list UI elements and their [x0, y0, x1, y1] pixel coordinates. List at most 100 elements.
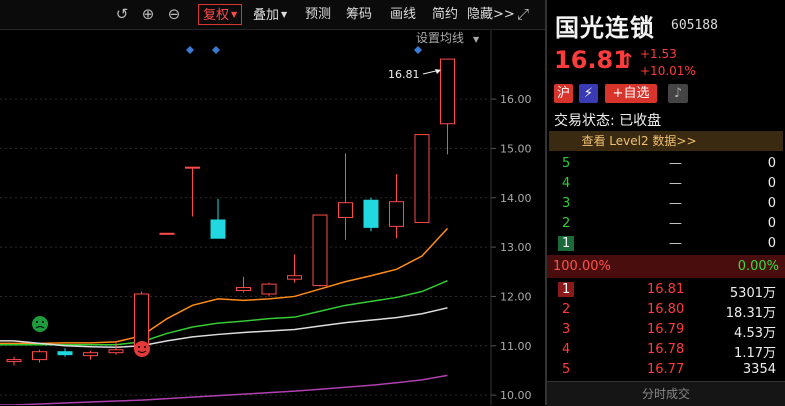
- overlay-label: 叠加: [253, 8, 280, 23]
- candle-body: [414, 134, 430, 223]
- fuquan-label: 复权: [203, 8, 230, 23]
- ask-row: 4 — 0: [547, 174, 785, 194]
- ask-row: 2 — 0: [547, 214, 785, 234]
- bid-price: 16.81: [647, 282, 685, 297]
- bid-volume: 5301万: [729, 286, 776, 301]
- last-price-annotation: 16.81: [388, 68, 441, 81]
- candle-body: [287, 275, 302, 280]
- candle-body: [363, 199, 379, 228]
- bid-price: 16.80: [647, 302, 685, 317]
- candle-body: [312, 214, 328, 287]
- bid-volume: 1.17万: [734, 346, 776, 361]
- fuquan-button[interactable]: 复权 ▼: [198, 4, 243, 25]
- bid-price: 16.78: [647, 342, 685, 357]
- bid-ask-ratio-bar: 100.00% 0.00%: [547, 255, 785, 278]
- bid-volume: 4.53万: [734, 326, 776, 341]
- y-axis-ticks: 16.00 15.00 14.00 13.00 12.00 11.00 10.00: [491, 93, 532, 402]
- chevron-down-icon[interactable]: ▼: [473, 35, 480, 44]
- fullscreen-icon[interactable]: ⤢: [514, 5, 532, 23]
- ask-price: —: [669, 216, 682, 231]
- bid-row: 5 16.77 3354: [547, 360, 785, 380]
- candle-body: [261, 283, 277, 295]
- y-tick-label: 10.00: [500, 389, 532, 402]
- ask-volume: 0: [767, 216, 776, 231]
- diamond-marker: [212, 46, 220, 54]
- ask-volume: 0: [767, 156, 776, 171]
- stock-code: 605188: [671, 18, 718, 33]
- ma-line: [0, 227, 449, 345]
- chevron-down-icon: ▼: [231, 10, 238, 19]
- bid-row: 2 16.80 18.31万: [547, 300, 785, 321]
- forecast-button[interactable]: 预测: [303, 5, 333, 24]
- chevron-down-icon: ▼: [281, 10, 288, 19]
- candle-body: [440, 58, 455, 125]
- bid-level: 5: [562, 362, 571, 377]
- candles: [6, 58, 455, 366]
- y-tick-label: 16.00: [500, 93, 532, 106]
- hide-button[interactable]: 隐藏>>: [465, 5, 517, 24]
- draw-line-button[interactable]: 画线: [388, 5, 418, 24]
- level2-link[interactable]: 查看 Level2 数据>>: [549, 131, 729, 151]
- y-tick-label: 15.00: [500, 142, 532, 155]
- kline-chart-svg: 16.00 15.00 14.00 13.00 12.00 11.00 10.00 设置均线…: [0, 30, 532, 405]
- ask-price: —: [669, 236, 682, 251]
- bid-price: 16.79: [647, 322, 685, 337]
- ask-volume: 0: [767, 236, 776, 251]
- diamond-marker: [414, 46, 422, 54]
- zoom-in-icon[interactable]: ⊕: [139, 5, 157, 23]
- chips-button[interactable]: 筹码: [344, 5, 374, 24]
- ask-volume: 0: [767, 196, 776, 211]
- price-change: +1.53: [640, 47, 677, 61]
- simple-button[interactable]: 简约: [430, 5, 460, 24]
- alert-icon[interactable]: ♪: [668, 84, 688, 103]
- ask-row: 5 — 0: [547, 154, 785, 174]
- zoom-out-icon[interactable]: ⊖: [165, 5, 183, 23]
- ma-line: [0, 307, 448, 349]
- add-watchlist-button[interactable]: +自选: [605, 84, 657, 103]
- candle-body: [389, 201, 404, 227]
- candle-body: [236, 287, 251, 292]
- bid-level: 4: [562, 342, 571, 357]
- lightning-icon[interactable]: ⚡: [579, 84, 598, 103]
- bid-volume: 3354: [742, 362, 776, 377]
- candle-body: [32, 351, 47, 361]
- moving-average-lines: [0, 227, 449, 405]
- ask-level: 4: [562, 176, 571, 191]
- bid-volume: 18.31万: [725, 306, 776, 321]
- candle-body: [57, 351, 73, 356]
- candle-body: [159, 232, 175, 235]
- overlay-button[interactable]: 叠加 ▼: [251, 5, 289, 24]
- ask-row: 1 — 0: [547, 234, 785, 254]
- chart-toolbar: ↺ ⊕ ⊖ 复权 ▼ 叠加 ▼ 预测 筹码 画线 简约 隐藏>> ⤢: [0, 0, 545, 30]
- bid-row: 1 16.81 5301万: [547, 280, 785, 301]
- ma-line: [0, 374, 448, 405]
- bid-ratio: 100.00%: [553, 259, 611, 274]
- ask-price: —: [669, 156, 682, 171]
- y-tick-label: 11.00: [500, 340, 532, 353]
- market-badge: 沪: [554, 84, 573, 103]
- ask-price: —: [669, 176, 682, 191]
- current-price: 16.81: [554, 46, 630, 74]
- ask-level: 3: [562, 196, 571, 211]
- ask-ratio: 0.00%: [737, 259, 779, 274]
- candle-body: [210, 219, 226, 239]
- candle-body: [108, 349, 124, 354]
- ask-price: —: [669, 196, 682, 211]
- level2-bar-extension: [729, 131, 783, 151]
- time-and-sales-tab[interactable]: 分时成交: [547, 381, 785, 406]
- undo-icon[interactable]: ↺: [113, 5, 131, 23]
- red-face-icon: [134, 341, 150, 357]
- bid-row: 4 16.78 1.17万: [547, 340, 785, 361]
- last-price-label: 16.81: [388, 68, 420, 81]
- y-tick-label: 12.00: [500, 290, 532, 303]
- up-arrow-icon: ↑: [620, 50, 636, 71]
- candle-body: [6, 359, 22, 363]
- candle-body: [338, 202, 353, 219]
- ask-level: 2: [562, 216, 571, 231]
- stock-name: 国光连锁: [555, 14, 655, 42]
- bid-level: 1: [558, 282, 575, 297]
- kline-chart[interactable]: 16.00 15.00 14.00 13.00 12.00 11.00 10.00 设置均线…: [0, 30, 545, 405]
- bid-level: 2: [562, 302, 571, 317]
- bid-level: 3: [562, 322, 571, 337]
- ma-setting-label[interactable]: 设置均线: [416, 31, 464, 45]
